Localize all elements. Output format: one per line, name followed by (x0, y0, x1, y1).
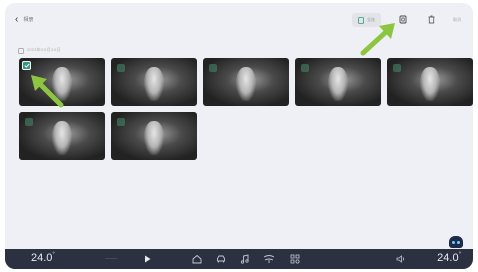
screen: ‹ 相册 全选 取消 2023年XX月XX日 24.0° ——— 24.0° (5, 3, 473, 269)
thumbnail-7[interactable] (111, 112, 197, 160)
thumbnail-figure (419, 66, 441, 102)
thumbnail-4[interactable] (295, 58, 381, 106)
assistant-eye (452, 240, 455, 244)
play-icon (144, 255, 150, 263)
dock-volume[interactable] (395, 253, 407, 265)
thumbnail-figure (143, 66, 165, 102)
select-all-label: 全选 (367, 17, 375, 22)
header: ‹ 相册 全选 取消 (5, 3, 473, 37)
export-button[interactable] (397, 13, 409, 27)
toolbar: 全选 取消 (352, 13, 461, 27)
thumbnail-figure (143, 120, 165, 156)
thumbnail-figure (235, 66, 257, 102)
folder-icon (18, 41, 24, 59)
thumbnail-2[interactable] (111, 58, 197, 106)
thumbnail-badge (209, 64, 217, 72)
select-all-button[interactable]: 全选 (352, 13, 381, 27)
thumbnail-badge (117, 118, 125, 126)
media-info: ——— (105, 255, 117, 260)
thumbnail-3[interactable] (203, 58, 289, 106)
degree-symbol: ° (52, 252, 55, 258)
thumbnail-badge (25, 118, 33, 126)
fan-icon (263, 255, 275, 263)
volume-icon (396, 255, 405, 263)
check-icon (23, 63, 30, 68)
thumbnail-figure (51, 120, 73, 156)
thumbnail-figure (327, 66, 349, 102)
home-icon (192, 254, 202, 264)
play-button[interactable] (141, 253, 153, 265)
page-title: 相册 (23, 17, 34, 23)
thumbnail-1[interactable] (19, 58, 105, 106)
assistant-icon[interactable] (449, 236, 463, 248)
folder-label: 2023年XX月XX日 (27, 47, 61, 52)
thumbnail-5[interactable] (387, 58, 473, 106)
dock-car[interactable] (215, 253, 227, 265)
selected-checkbox[interactable] (22, 61, 31, 70)
cancel-button[interactable]: 取消 (453, 17, 461, 23)
thumbnail-badge (117, 64, 125, 72)
thumbnail-figure (51, 66, 73, 102)
bottom-dock: 24.0° ——— 24.0° (5, 249, 473, 269)
dock-home[interactable] (191, 253, 203, 265)
back-button[interactable]: ‹ 相册 (15, 13, 49, 27)
dock-music[interactable] (239, 253, 251, 265)
degree-symbol: ° (458, 252, 461, 258)
dock-apps[interactable] (289, 253, 301, 265)
assistant-eye (457, 240, 460, 244)
delete-button[interactable] (425, 13, 437, 27)
temperature-right[interactable]: 24.0° (437, 252, 461, 264)
temperature-right-value: 24.0 (437, 252, 459, 264)
temperature-left-value: 24.0 (31, 252, 53, 264)
folder-label-row: 2023年XX月XX日 (18, 41, 61, 59)
thumbnail-6[interactable] (19, 112, 105, 160)
copy-icon (399, 11, 407, 29)
chevron-left-icon: ‹ (15, 14, 19, 25)
temperature-left[interactable]: 24.0° (31, 252, 55, 264)
document-icon (358, 11, 364, 29)
car-icon (217, 255, 225, 263)
dock-ac[interactable] (263, 253, 275, 265)
trash-icon (428, 11, 435, 29)
thumbnail-badge (393, 64, 401, 72)
music-icon (240, 254, 249, 264)
thumbnail-badge (301, 64, 309, 72)
grid-icon (290, 254, 300, 264)
